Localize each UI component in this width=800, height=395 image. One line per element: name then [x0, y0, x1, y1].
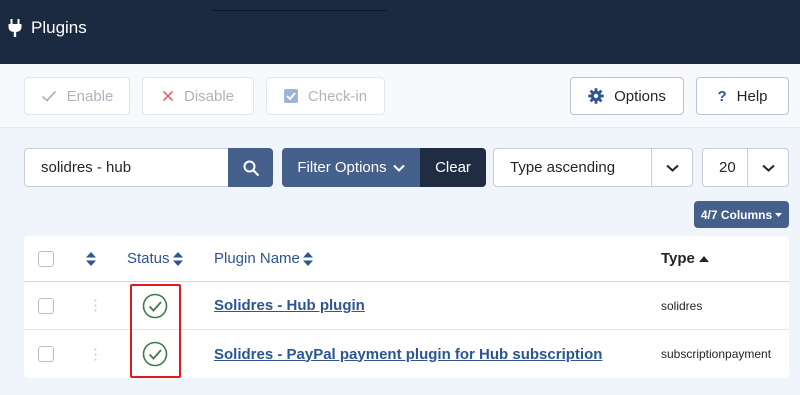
- select-all-cell: [38, 236, 54, 281]
- help-button[interactable]: ? Help: [696, 77, 789, 115]
- status-header-label: Status: [127, 250, 170, 267]
- row-checkbox[interactable]: [38, 346, 54, 362]
- enable-label: Enable: [66, 87, 114, 105]
- plugin-type-cell: subscriptionpayment: [661, 347, 772, 361]
- times-icon: [162, 90, 174, 102]
- check-icon: [41, 90, 57, 102]
- plugin-name-link[interactable]: Solidres - Hub plugin: [214, 297, 365, 314]
- sort-ascending-icon: [698, 255, 709, 262]
- clear-button[interactable]: Clear: [420, 148, 486, 187]
- search-icon: [243, 160, 259, 176]
- table-header-row: Status Plugin Name Type: [24, 236, 789, 282]
- status-header[interactable]: Status: [127, 236, 183, 281]
- search-input[interactable]: [24, 148, 228, 187]
- toolbar: Enable Disable Check-in Options ? Help: [0, 64, 800, 128]
- header-topline: [212, 10, 386, 11]
- options-label: Options: [614, 87, 666, 105]
- chevron-down-icon: [747, 149, 788, 186]
- enable-button[interactable]: Enable: [24, 77, 130, 115]
- page-title-text: Plugins: [31, 18, 87, 37]
- sort-icon: [302, 251, 313, 266]
- plugin-name-header[interactable]: Plugin Name: [214, 236, 313, 281]
- drag-handle-icon[interactable]: ⋮: [88, 282, 103, 329]
- sort-select[interactable]: Type ascending: [493, 148, 693, 187]
- search-button[interactable]: [228, 148, 273, 187]
- ordering-header[interactable]: [86, 236, 96, 281]
- sort-icon: [172, 251, 183, 266]
- plugin-name-link[interactable]: Solidres - PayPal payment plugin for Hub…: [214, 346, 602, 363]
- sort-icon: [86, 251, 96, 266]
- plug-icon: [8, 19, 22, 37]
- plugin-type-cell: solidres: [661, 298, 703, 313]
- page-header: Plugins: [0, 0, 800, 64]
- row-select-cell: [38, 282, 54, 329]
- disable-button[interactable]: Disable: [142, 77, 254, 115]
- filter-options-label: Filter Options: [297, 159, 387, 176]
- plugin-name-header-label: Plugin Name: [214, 250, 300, 267]
- row-select-cell: [38, 330, 54, 378]
- columns-label: 4/7 Columns: [700, 207, 773, 222]
- row-checkbox[interactable]: [38, 297, 54, 314]
- caret-down-icon: [775, 212, 783, 217]
- clear-label: Clear: [435, 159, 471, 176]
- plugin-name-cell: Solidres - Hub plugin: [214, 282, 365, 329]
- options-button[interactable]: Options: [570, 77, 684, 115]
- checkin-button[interactable]: Check-in: [266, 77, 385, 115]
- chevron-down-icon: [392, 164, 405, 172]
- status-highlight-box: [130, 284, 181, 378]
- sort-select-value: Type ascending: [510, 159, 616, 176]
- help-label: Help: [736, 87, 768, 105]
- type-header[interactable]: Type: [661, 236, 709, 281]
- type-header-label: Type: [661, 250, 695, 267]
- select-all-checkbox[interactable]: [38, 250, 54, 267]
- checkbox-icon: [283, 89, 298, 103]
- checkin-label: Check-in: [307, 87, 368, 105]
- drag-handle-icon[interactable]: ⋮: [88, 330, 103, 378]
- limit-select[interactable]: 20: [702, 148, 789, 187]
- question-icon: ?: [717, 87, 727, 105]
- disable-label: Disable: [183, 87, 235, 105]
- limit-select-value: 20: [719, 159, 736, 176]
- page-title: Plugins: [8, 18, 87, 38]
- filter-options-button[interactable]: Filter Options: [282, 148, 420, 187]
- plugin-name-cell: Solidres - PayPal payment plugin for Hub…: [214, 330, 602, 378]
- gear-icon: [588, 88, 604, 104]
- chevron-down-icon: [651, 149, 692, 186]
- columns-button[interactable]: 4/7 Columns: [694, 201, 789, 228]
